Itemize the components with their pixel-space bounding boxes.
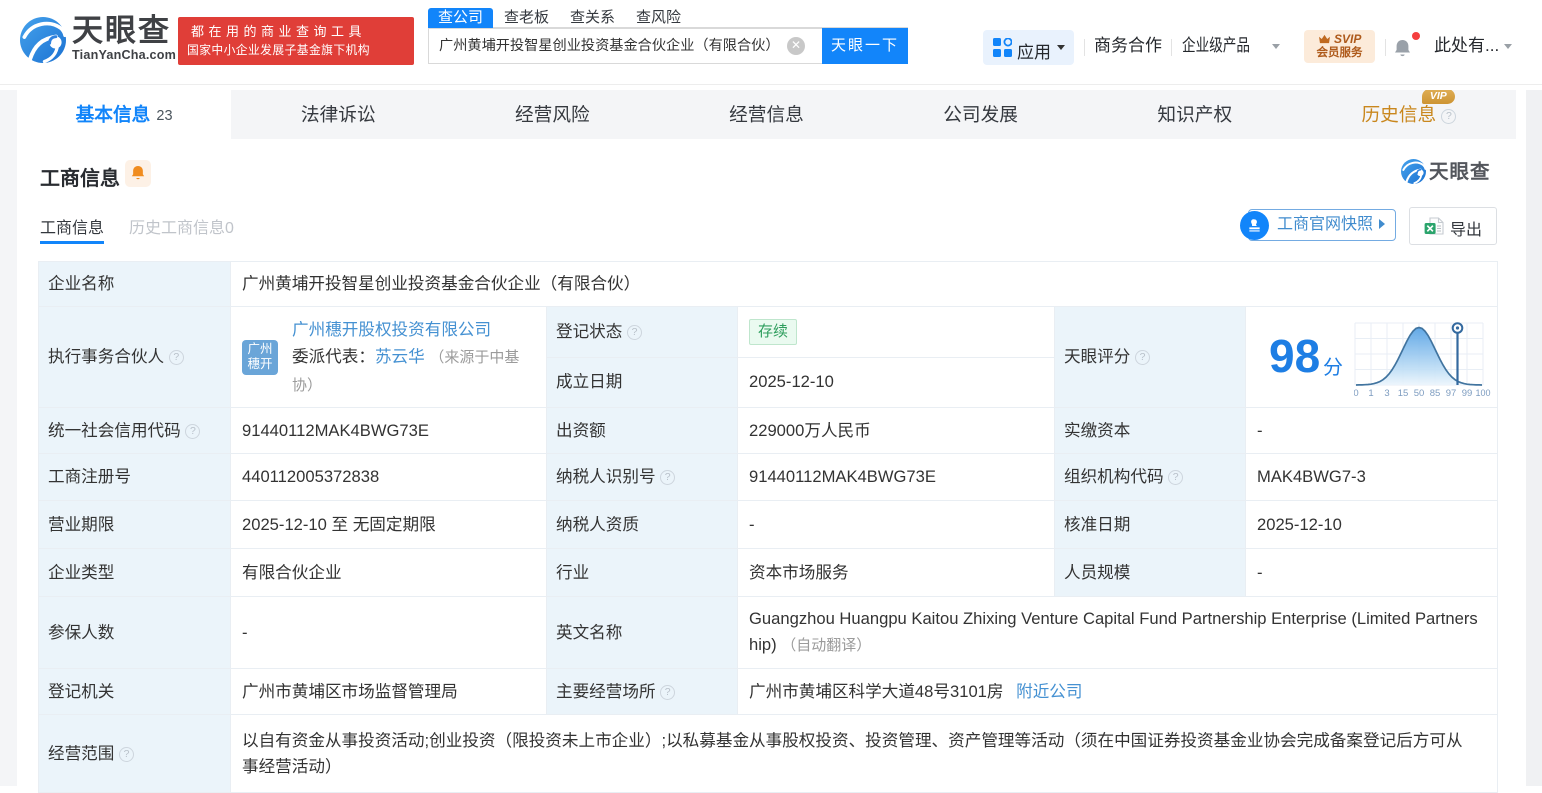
svg-text:15: 15 bbox=[1398, 388, 1409, 397]
svg-text:50: 50 bbox=[1414, 388, 1425, 397]
svg-text:97: 97 bbox=[1446, 388, 1457, 397]
svg-text:0: 0 bbox=[1354, 388, 1359, 397]
svg-text:99: 99 bbox=[1462, 388, 1473, 397]
svg-text:85: 85 bbox=[1430, 388, 1441, 397]
svg-text:1: 1 bbox=[1368, 388, 1373, 397]
svg-text:100: 100 bbox=[1475, 388, 1490, 397]
svg-text:3: 3 bbox=[1384, 388, 1389, 397]
